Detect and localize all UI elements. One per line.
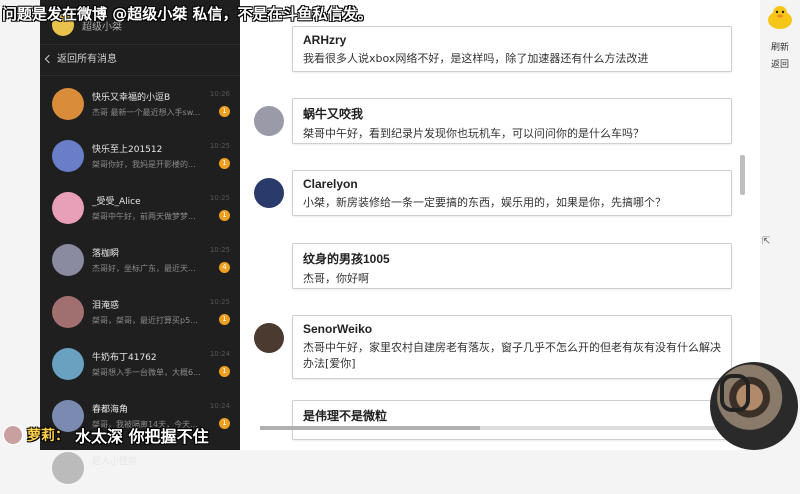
message-card[interactable]: SenorWeiko 杰哥中午好，家里农村自建房老有落灰，窗子几乎不怎么开的但老有… — [292, 315, 732, 379]
conversation-name: 牛奶布丁41762 — [92, 353, 157, 363]
conversation-item[interactable]: 牛奶布丁41762 桀哥想入手一台微单，大概6... 10:24 1 — [40, 338, 240, 390]
message-card[interactable]: ARHzry 我看很多人说xbox网络不好，是这样吗，除了加速器还有什么方法改进 — [292, 26, 732, 72]
commenter-name: 萝莉： — [27, 428, 69, 444]
sender-name: Clarelyon — [303, 177, 358, 191]
message-card[interactable]: 蜗牛又咬我桀哥中午好，看到纪录片发现你也玩机车，可以问问你的是什么车吗？ — [292, 98, 732, 144]
sender-name: 蜗牛又咬我 — [303, 107, 364, 121]
message-text: 我看很多人说xbox网络不好，是这样吗，除了加速器还有什么方法改进 — [303, 52, 649, 65]
scroll-thumb[interactable] — [260, 426, 480, 430]
headphones-icon — [720, 374, 750, 412]
conversation-name: 快乐又幸福的小逗B — [92, 93, 171, 103]
unread-badge: 1 — [219, 366, 230, 377]
conversation-name: 快乐至上201512 — [92, 145, 163, 155]
message-text: 桀哥中午好，看到纪录片发现你也玩机车，可以问问你的是什么车吗？ — [303, 127, 644, 140]
streamer-webcam — [710, 362, 798, 450]
conversation-time: 10:26 — [209, 90, 230, 98]
conversation-time: 10:25 — [209, 142, 230, 150]
conversation-avatar — [52, 244, 84, 276]
conversation-preview: 杰哥 最新一个最近想入手sw... — [92, 108, 201, 117]
conversation-time: 10:24 — [209, 350, 230, 358]
conversation-name: 超人小怪兽 — [92, 457, 138, 467]
message-feed: ARHzry 我看很多人说xbox网络不好，是这样吗，除了加速器还有什么方法改进蜗… — [240, 0, 760, 450]
conversation-time: 10:25 — [209, 298, 230, 306]
message-card[interactable]: Clarelyon 小桀，新房装修给一条一定要搞的东西，娱乐用的，如果是你，先搞哪… — [292, 170, 732, 216]
sender-name: ARHzry — [303, 33, 347, 47]
conversation-time: 10:24 — [209, 402, 230, 410]
stream-banner-caption: 问题是发在微博 @超级小桀 私信，不是在斗鱼私信发。 — [2, 5, 373, 23]
conversation-preview: 桀哥你好，我妈是开影楼的... — [92, 160, 196, 169]
message-text: 杰哥，你好啊 — [303, 272, 369, 285]
conversation-avatar — [52, 452, 84, 484]
conversation-preview: 桀哥中午好，前两天做梦梦... — [92, 212, 196, 221]
conversation-name: 泪淹惑 — [92, 301, 120, 311]
unread-badge: 1 — [219, 418, 230, 429]
conversation-item[interactable]: 快乐又幸福的小逗B 杰哥 最新一个最近想入手sw... 10:26 1 — [40, 78, 240, 130]
chevron-left-icon — [44, 54, 54, 64]
vertical-scrollbar[interactable] — [740, 155, 745, 195]
refresh-button[interactable]: 刷新 — [760, 40, 800, 53]
danmaku-comment: 萝莉： 水太深 你把握不住 — [0, 422, 209, 448]
horizontal-scrollbar[interactable] — [260, 426, 740, 430]
unread-badge: 1 — [219, 210, 230, 221]
sender-name: 纹身的男孩1005 — [303, 252, 390, 266]
commenter-avatar — [3, 425, 23, 445]
conversation-avatar — [52, 140, 84, 172]
sender-avatar — [254, 106, 284, 136]
message-card[interactable]: 纹身的男孩1005 杰哥，你好啊 — [292, 243, 732, 289]
conversation-name: 春都海角 — [92, 405, 129, 415]
back-to-all-messages[interactable]: 返回所有消息 — [40, 45, 240, 76]
conversation-time: 10:25 — [209, 246, 230, 254]
return-button[interactable]: 返回 — [760, 57, 800, 70]
sender-name: 是伟理不是微粒 — [303, 409, 388, 423]
comment-text: 水太深 你把握不住 — [75, 427, 209, 446]
duck-icon — [768, 6, 792, 29]
conversation-preview: 杰哥好，坐标广东，最近天... — [92, 264, 196, 273]
back-label: 返回所有消息 — [57, 54, 117, 65]
conversation-avatar — [52, 88, 84, 120]
conversation-name: 落枷瞬 — [92, 249, 120, 259]
conversation-item[interactable]: 快乐至上201512 桀哥你好，我妈是开影楼的... 10:25 1 — [40, 130, 240, 182]
message-list-panel: 超级小桀 返回所有消息 快乐又幸福的小逗B 杰哥 最新一个最近想入手sw... 10… — [40, 0, 240, 484]
conversation-name: _受受_Alice — [92, 197, 141, 207]
conversation-preview: 桀哥想入手一台微单，大概6... — [92, 368, 201, 377]
message-text: 小桀，新房装修给一条一定要搞的东西，娱乐用的，如果是你，先搞哪个？ — [303, 196, 666, 209]
sender-name: SenorWeiko — [303, 322, 373, 336]
message-text: 杰哥中午好，家里农村自建房老有落灰，窗子几乎不怎么开的但老有灰有没有什么解决办法… — [303, 341, 721, 370]
conversation-time: 10:25 — [209, 194, 230, 202]
mouse-cursor-icon: ⇱ — [762, 236, 771, 247]
unread-badge: 1 — [219, 106, 230, 117]
conversation-item[interactable]: _受受_Alice 桀哥中午好，前两天做梦梦... 10:25 1 — [40, 182, 240, 234]
unread-badge: 1 — [219, 158, 230, 169]
conversation-preview: 桀哥，桀哥，最近打算买p5... — [92, 316, 198, 325]
sender-avatar — [254, 323, 284, 353]
message-card[interactable]: 是伟理不是微粒 — [292, 400, 732, 440]
conversation-avatar — [52, 296, 84, 328]
conversation-item[interactable]: 泪淹惑桀哥，桀哥，最近打算买p5... 10:25 1 — [40, 286, 240, 338]
conversation-avatar — [52, 348, 84, 380]
conversation-avatar — [52, 192, 84, 224]
unread-badge: 4 — [219, 262, 230, 273]
sender-avatar — [254, 178, 284, 208]
unread-badge: 1 — [219, 314, 230, 325]
conversation-item[interactable]: 落枷瞬杰哥好，坐标广东，最近天... 10:25 4 — [40, 234, 240, 286]
